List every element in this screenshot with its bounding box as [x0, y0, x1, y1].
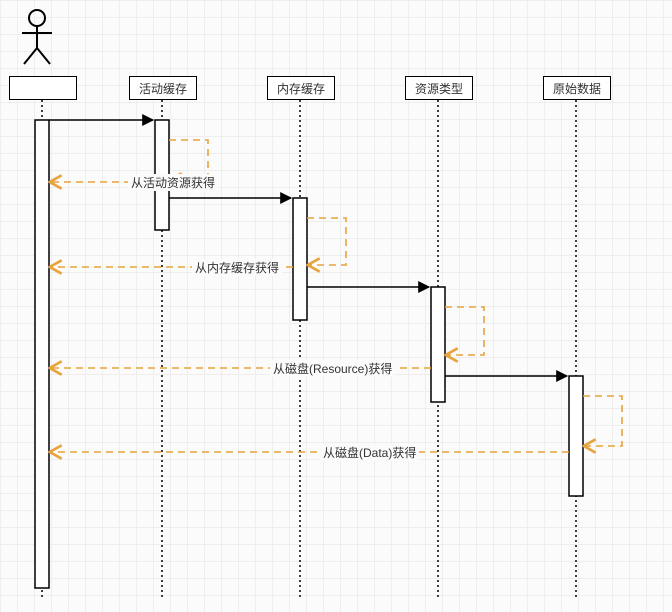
activation-l4 — [569, 376, 583, 496]
return-msg-active: 从活动资源获得 — [128, 174, 218, 191]
return-msg-memory: 从内存缓存获得 — [192, 259, 282, 276]
lane-memory-cache: 内存缓存 — [267, 76, 335, 100]
lane-resource-type: 资源类型 — [405, 76, 473, 100]
lane-active-cache: 活动缓存 — [129, 76, 197, 100]
actor-icon — [22, 10, 52, 64]
return-msg-disk-data: 从磁盘(Data)获得 — [320, 444, 419, 461]
lane-raw-data: 原始数据 — [543, 76, 611, 100]
lane-actor — [9, 76, 77, 100]
return-msg-disk-resource: 从磁盘(Resource)获得 — [270, 360, 395, 377]
activation-l3 — [431, 287, 445, 402]
activation-l2 — [293, 198, 307, 320]
activation-actor — [35, 120, 49, 588]
